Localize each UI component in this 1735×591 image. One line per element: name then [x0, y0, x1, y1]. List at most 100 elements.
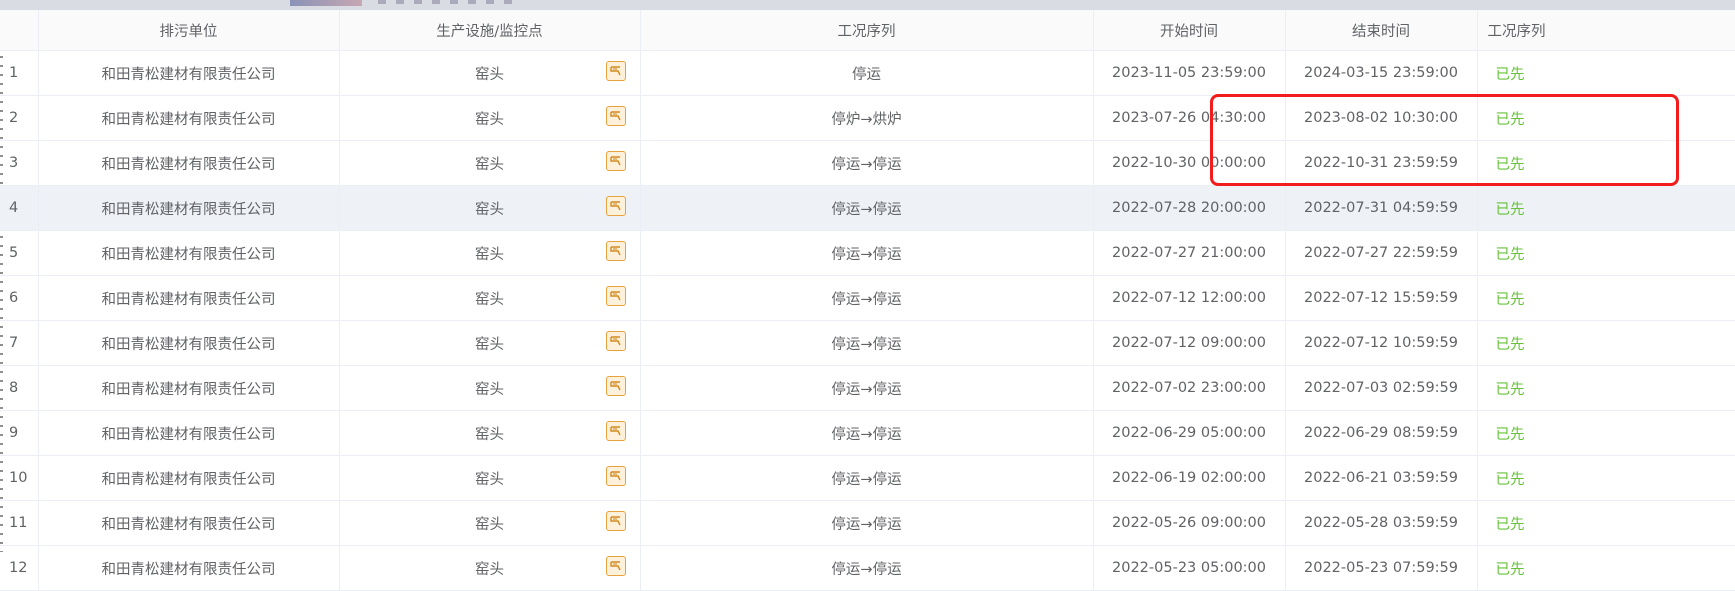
start-time-cell: 2022-05-26 09:00:00 [1093, 500, 1286, 546]
facility-label: 窑头 [475, 201, 504, 218]
facility-cell: 窑头 [339, 275, 641, 321]
table-row[interactable]: 12 和田青松建材有限责任公司 窑头 停运→停运 2022-05-23 05:00:00… [0, 545, 1735, 591]
start-time-cell: 2022-05-23 05:00:00 [1093, 545, 1286, 591]
status-cell: 已先 [1477, 50, 1735, 96]
table-row[interactable]: 2 和田青松建材有限责任公司 窑头 停炉→烘炉 2023-07-26 04:30:00 2… [0, 95, 1735, 141]
status-cell: 已先 [1477, 365, 1735, 411]
facility-cell: 窑头 [339, 410, 641, 456]
facility-cell: 窑头 [339, 185, 641, 231]
status-cell: 已先 [1477, 455, 1735, 501]
start-time-cell: 2022-06-19 02:00:00 [1093, 455, 1286, 501]
facility-cell: 窑头 [339, 455, 641, 501]
facility-cell: 窑头 [339, 320, 641, 366]
start-time-cell: 2022-07-12 12:00:00 [1093, 275, 1286, 321]
status-cell: 已先 [1477, 410, 1735, 456]
status-cell: 已先 [1477, 95, 1735, 141]
start-time-cell: 2022-07-28 20:00:00 [1093, 185, 1286, 231]
monitor-flag-icon[interactable] [605, 511, 626, 531]
status-cell: 已先 [1477, 185, 1735, 231]
start-time-cell: 2023-11-05 23:59:00 [1093, 50, 1286, 96]
sequence-cell: 停运→停运 [640, 185, 1094, 231]
monitor-flag-icon[interactable] [605, 196, 626, 216]
row-index: 7 [0, 320, 39, 366]
end-time-cell: 2022-07-31 04:59:59 [1285, 185, 1478, 231]
toolbar-icons [378, 0, 518, 4]
row-index: 10 [0, 455, 39, 501]
monitor-flag-icon[interactable] [605, 421, 626, 441]
facility-cell: 窑头 [339, 365, 641, 411]
unit-cell: 和田青松建材有限责任公司 [38, 275, 340, 321]
sequence-cell: 停运→停运 [640, 320, 1094, 366]
monitor-flag-icon[interactable] [605, 286, 626, 306]
sequence-cell: 停炉→烘炉 [640, 95, 1094, 141]
sequence-cell: 停运→停运 [640, 275, 1094, 321]
unit-cell: 和田青松建材有限责任公司 [38, 95, 340, 141]
sequence-cell: 停运→停运 [640, 410, 1094, 456]
row-index: 8 [0, 365, 39, 411]
end-time-cell: 2024-03-15 23:59:00 [1285, 50, 1478, 96]
col-header-status: 工况序列 [1477, 10, 1735, 51]
unit-cell: 和田青松建材有限责任公司 [38, 50, 340, 96]
unit-cell: 和田青松建材有限责任公司 [38, 365, 340, 411]
sequence-cell: 停运→停运 [640, 140, 1094, 186]
unit-cell: 和田青松建材有限责任公司 [38, 320, 340, 366]
start-time-cell: 2022-10-30 00:00:00 [1093, 140, 1286, 186]
end-time-cell: 2023-08-02 10:30:00 [1285, 95, 1478, 141]
monitor-flag-icon[interactable] [605, 241, 626, 261]
monitor-flag-icon[interactable] [605, 61, 626, 81]
row-index: 3 [0, 140, 39, 186]
table-row[interactable]: 3 和田青松建材有限责任公司 窑头 停运→停运 2022-10-30 00:00:00 2… [0, 140, 1735, 186]
end-time-cell: 2022-10-31 23:59:59 [1285, 140, 1478, 186]
start-time-cell: 2022-07-27 21:00:00 [1093, 230, 1286, 276]
end-time-cell: 2022-07-12 10:59:59 [1285, 320, 1478, 366]
unit-cell: 和田青松建材有限责任公司 [38, 545, 340, 591]
monitor-flag-icon[interactable] [605, 376, 626, 396]
table-row[interactable]: 5 和田青松建材有限责任公司 窑头 停运→停运 2022-07-27 21:00:00 2… [0, 230, 1735, 276]
monitor-flag-icon[interactable] [605, 556, 626, 576]
status-cell: 已先 [1477, 500, 1735, 546]
status-cell: 已先 [1477, 545, 1735, 591]
table-row[interactable]: 9 和田青松建材有限责任公司 窑头 停运→停运 2022-06-29 05:00:00 2… [0, 410, 1735, 456]
facility-label: 窑头 [475, 381, 504, 398]
sequence-cell: 停运→停运 [640, 545, 1094, 591]
start-time-cell: 2022-07-02 23:00:00 [1093, 365, 1286, 411]
monitor-flag-icon[interactable] [605, 106, 626, 126]
end-time-cell: 2022-07-27 22:59:59 [1285, 230, 1478, 276]
table-row[interactable]: 8 和田青松建材有限责任公司 窑头 停运→停运 2022-07-02 23:00:00 2… [0, 365, 1735, 411]
table-row[interactable]: 4 和田青松建材有限责任公司 窑头 停运→停运 2022-07-28 20:00:00 2… [0, 185, 1735, 231]
sequence-cell: 停运→停运 [640, 500, 1094, 546]
unit-cell: 和田青松建材有限责任公司 [38, 500, 340, 546]
row-index: 5 [0, 230, 39, 276]
row-index: 6 [0, 275, 39, 321]
row-index: 12 [0, 545, 39, 591]
start-time-cell: 2023-07-26 04:30:00 [1093, 95, 1286, 141]
col-header-unit: 排污单位 [38, 10, 340, 51]
facility-label: 窑头 [475, 66, 504, 83]
status-cell: 已先 [1477, 230, 1735, 276]
col-header-sequence: 工况序列 [640, 10, 1094, 51]
table-row[interactable]: 10 和田青松建材有限责任公司 窑头 停运→停运 2022-06-19 02:00:00… [0, 455, 1735, 501]
table-row[interactable]: 7 和田青松建材有限责任公司 窑头 停运→停运 2022-07-12 09:00:00 2… [0, 320, 1735, 366]
row-index: 1 [0, 50, 39, 96]
sequence-cell: 停运→停运 [640, 230, 1094, 276]
row-index: 9 [0, 410, 39, 456]
facility-label: 窑头 [475, 246, 504, 263]
unit-cell: 和田青松建材有限责任公司 [38, 230, 340, 276]
unit-cell: 和田青松建材有限责任公司 [38, 410, 340, 456]
facility-cell: 窑头 [339, 140, 641, 186]
facility-label: 窑头 [475, 336, 504, 353]
end-time-cell: 2022-06-29 08:59:59 [1285, 410, 1478, 456]
monitor-flag-icon[interactable] [605, 151, 626, 171]
monitor-flag-icon[interactable] [605, 331, 626, 351]
sequence-cell: 停运 [640, 50, 1094, 96]
facility-label: 窑头 [475, 156, 504, 173]
col-header-facility: 生产设施/监控点 [339, 10, 641, 51]
unit-cell: 和田青松建材有限责任公司 [38, 140, 340, 186]
row-index: 11 [0, 500, 39, 546]
table-row[interactable]: 6 和田青松建材有限责任公司 窑头 停运→停运 2022-07-12 12:00:00 2… [0, 275, 1735, 321]
table-row[interactable]: 11 和田青松建材有限责任公司 窑头 停运→停运 2022-05-26 09:00:00… [0, 500, 1735, 546]
unit-cell: 和田青松建材有限责任公司 [38, 455, 340, 501]
table-row[interactable]: 1 和田青松建材有限责任公司 窑头 停运 2023-11-05 23:59:00 2024… [0, 50, 1735, 96]
facility-label: 窑头 [475, 561, 504, 578]
monitor-flag-icon[interactable] [605, 466, 626, 486]
